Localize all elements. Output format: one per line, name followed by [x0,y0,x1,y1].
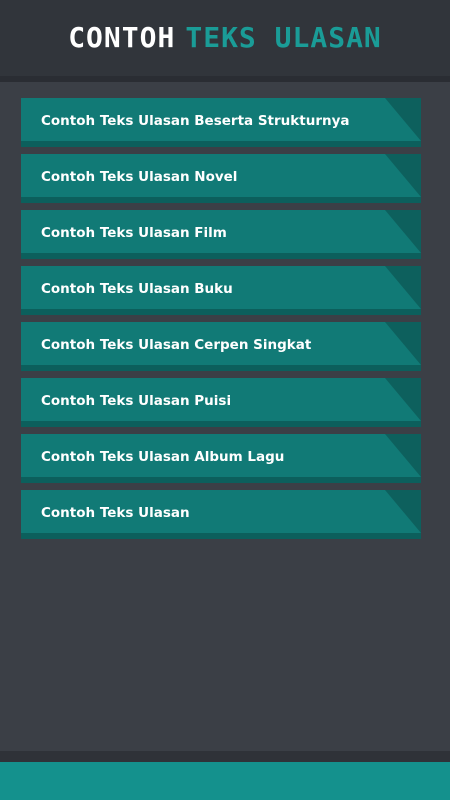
menu-item-label: Contoh Teks Ulasan Album Lagu [41,449,285,465]
menu-list: Contoh Teks Ulasan Beserta Strukturnya C… [21,98,421,546]
menu-item-puisi[interactable]: Contoh Teks Ulasan Puisi [21,378,421,427]
app-title: CONTOH TEKS ULASAN [68,21,382,54]
app-title-part2: TEKS ULASAN [185,20,382,54]
corner-fold-icon [385,490,421,533]
corner-fold-icon [385,434,421,477]
app-header: CONTOH TEKS ULASAN [0,0,450,82]
menu-item-label: Contoh Teks Ulasan Puisi [41,393,232,409]
corner-fold-icon [385,378,421,421]
menu-item-album-lagu[interactable]: Contoh Teks Ulasan Album Lagu [21,434,421,483]
menu-item-ulasan[interactable]: Contoh Teks Ulasan [21,490,421,539]
menu-item-label: Contoh Teks Ulasan [41,505,190,521]
corner-fold-icon [385,98,421,141]
bottom-banner [0,762,450,800]
menu-item-novel[interactable]: Contoh Teks Ulasan Novel [21,154,421,203]
corner-fold-icon [385,210,421,253]
menu-item-label: Contoh Teks Ulasan Beserta Strukturnya [41,113,350,129]
app-title-part1: CONTOH [68,20,176,54]
corner-fold-icon [385,322,421,365]
footer-divider [0,751,450,762]
menu-item-label: Contoh Teks Ulasan Novel [41,169,238,185]
corner-fold-icon [385,154,421,197]
menu-item-film[interactable]: Contoh Teks Ulasan Film [21,210,421,259]
menu-item-buku[interactable]: Contoh Teks Ulasan Buku [21,266,421,315]
menu-item-label: Contoh Teks Ulasan Buku [41,281,233,297]
menu-item-label: Contoh Teks Ulasan Film [41,225,227,241]
menu-item-label: Contoh Teks Ulasan Cerpen Singkat [41,337,312,353]
menu-item-beserta-strukturnya[interactable]: Contoh Teks Ulasan Beserta Strukturnya [21,98,421,147]
menu-item-cerpen-singkat[interactable]: Contoh Teks Ulasan Cerpen Singkat [21,322,421,371]
corner-fold-icon [385,266,421,309]
